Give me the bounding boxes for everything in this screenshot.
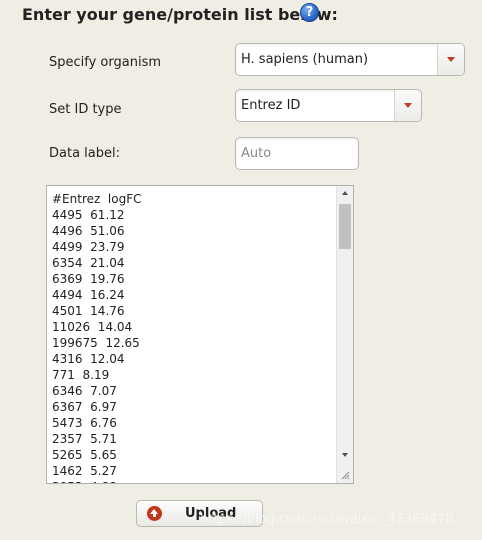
gene-list-line: 4499 23.79	[52, 240, 125, 254]
chevron-down-icon	[404, 103, 412, 108]
help-icon[interactable]: ?	[300, 3, 319, 22]
gene-list-line: 4501 14.76	[52, 304, 125, 318]
gene-list-line: 6346 7.07	[52, 384, 117, 398]
gene-list-line: 771 8.19	[52, 368, 110, 382]
gene-list-line: 5265 5.65	[52, 448, 117, 462]
id-type-select-value: Entrez ID	[241, 98, 301, 113]
gene-list-line: 2357 5.71	[52, 432, 117, 446]
gene-list-scrollbar[interactable]	[336, 186, 353, 483]
gene-list-line: 4496 51.06	[52, 224, 125, 238]
organism-dropdown-toggle[interactable]	[437, 44, 464, 75]
watermark: https://blog.csdn.net/weixin_43369478	[200, 512, 454, 527]
id-type-select[interactable]: Entrez ID	[235, 89, 422, 122]
gene-list-line: 4494 16.24	[52, 288, 125, 302]
chevron-down-icon	[342, 453, 348, 457]
gene-list-line: 6354 21.04	[52, 256, 125, 270]
data-label-input[interactable]	[235, 137, 359, 170]
chevron-up-icon	[342, 191, 348, 195]
gene-list-line: 1462 5.27	[52, 464, 117, 478]
organism-label: Specify organism	[49, 55, 162, 70]
organism-select[interactable]: H. sapiens (human)	[235, 43, 465, 76]
scrollbar-thumb[interactable]	[339, 204, 351, 249]
gene-list-line: #Entrez logFC	[52, 192, 142, 206]
page-title: Enter your gene/protein list below:	[22, 5, 338, 24]
id-type-dropdown-toggle[interactable]	[394, 90, 421, 121]
data-label-label: Data label:	[49, 146, 120, 161]
organism-select-value: H. sapiens (human)	[241, 52, 369, 67]
scroll-up-button[interactable]	[337, 186, 353, 200]
upload-icon	[147, 506, 162, 521]
gene-list-line: 5473 6.76	[52, 416, 117, 430]
resize-grip-icon[interactable]	[340, 470, 350, 480]
chevron-down-icon	[447, 57, 455, 62]
gene-list-line: 6369 19.76	[52, 272, 125, 286]
gene-list-line: 3053 4.88	[52, 479, 333, 483]
scroll-down-button[interactable]	[337, 448, 353, 462]
gene-list-line: 4316 12.04	[52, 352, 125, 366]
gene-list-line: 199675 12.65	[52, 336, 140, 350]
gene-list-line: 11026 14.04	[52, 320, 133, 334]
gene-list-content: #Entrez logFC 4495 61.12 4496 51.06 4499 23…	[52, 191, 333, 483]
gene-list-textarea[interactable]: #Entrez logFC 4495 61.12 4496 51.06 4499 23…	[46, 185, 354, 484]
id-type-label: Set ID type	[49, 102, 122, 117]
gene-list-line: 4495 61.12	[52, 208, 125, 222]
gene-list-line: 6367 6.97	[52, 400, 117, 414]
